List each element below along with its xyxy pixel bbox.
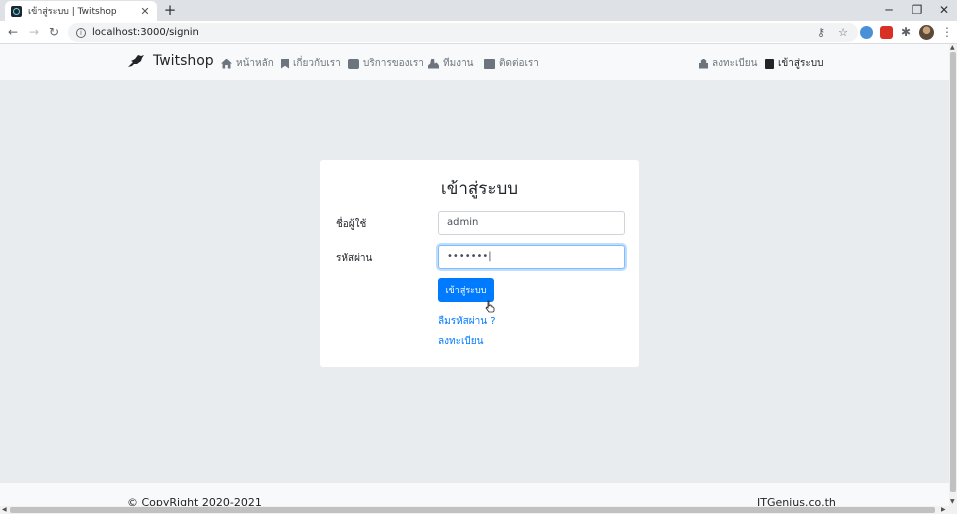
key-icon[interactable]: ⚷	[814, 26, 828, 39]
extension-blue-icon[interactable]	[860, 26, 873, 39]
username-label: ชื่อผู้ใช้	[336, 219, 367, 230]
back-arrow-icon[interactable]: ←	[6, 25, 20, 39]
hand-cursor-icon	[485, 300, 495, 313]
restore-button[interactable]: ❐	[902, 0, 932, 21]
scroll-left-icon[interactable]: ◀	[2, 506, 7, 514]
tab-title: เข้าสู่ระบบ | Twitshop	[28, 7, 117, 17]
scroll-right-icon[interactable]: ▶	[941, 506, 946, 514]
reload-icon[interactable]: ↻	[47, 25, 61, 39]
profile-avatar[interactable]	[919, 25, 934, 40]
nav-home-label: หน้าหลัก	[236, 58, 274, 69]
register-link[interactable]: ลงทะเบียน	[438, 334, 483, 349]
nav-about[interactable]: เกี่ยวกับเรา	[281, 56, 341, 71]
url-text[interactable]: localhost:3000/signin	[92, 27, 814, 38]
browser-tabstrip: เข้าสู่ระบบ | Twitshop ✕ + ─ ❐ ✕	[0, 0, 957, 21]
address-bar[interactable]: i localhost:3000/signin ⚷ ☆	[68, 23, 858, 42]
book-icon	[765, 58, 774, 69]
horizontal-scroll-thumb[interactable]	[10, 507, 935, 513]
nav-register-label: ลงทะเบียน	[712, 58, 758, 69]
extension-red-icon[interactable]	[880, 26, 893, 39]
close-tab-icon[interactable]: ✕	[139, 5, 151, 18]
nav-signin[interactable]: เข้าสู่ระบบ	[765, 56, 823, 71]
password-label: รหัสผ่าน	[336, 253, 373, 264]
nav-services-label: บริการของเรา	[363, 58, 424, 69]
vertical-scrollbar[interactable]: ▲ ▼	[949, 44, 957, 506]
bookmark-icon	[281, 58, 289, 69]
site-info-icon[interactable]: i	[76, 27, 86, 38]
nav-contact-label: ติดต่อเรา	[499, 58, 539, 69]
lock-icon	[699, 58, 708, 69]
menu-dots-icon[interactable]: ⋮	[941, 24, 953, 40]
password-input[interactable]: •••••••|	[438, 245, 625, 269]
forgot-password-link[interactable]: ลืมรหัสผ่าน ?	[438, 314, 496, 329]
signin-card: เข้าสู่ระบบ ชื่อผู้ใช้ admin รหัสผ่าน ••…	[320, 160, 639, 367]
scroll-down-icon[interactable]: ▼	[950, 498, 955, 506]
page-title: เข้าสู่ระบบ	[440, 179, 519, 199]
nav-about-label: เกี่ยวกับเรา	[293, 58, 341, 69]
nav-contact[interactable]: ติดต่อเรา	[484, 56, 539, 71]
react-favicon-icon	[11, 5, 22, 17]
nav-team[interactable]: ทีมงาน	[428, 56, 474, 71]
browser-toolbar: ← → ↻ i localhost:3000/signin ⚷ ☆ ✱ ⋮	[0, 21, 957, 44]
browser-tab[interactable]: เข้าสู่ระบบ | Twitshop ✕	[5, 1, 157, 21]
nav-home[interactable]: หน้าหลัก	[221, 56, 274, 71]
window-close-button[interactable]: ✕	[929, 0, 957, 21]
users-icon	[428, 58, 439, 69]
app-navbar: Twitshop หน้าหลัก เกี่ยวกับเรา บริการของ…	[0, 44, 949, 80]
minimize-button[interactable]: ─	[874, 0, 904, 21]
nav-services[interactable]: บริการของเรา	[348, 56, 424, 71]
username-input[interactable]: admin	[438, 211, 625, 235]
home-icon	[221, 58, 232, 69]
forward-arrow-icon[interactable]: →	[27, 25, 41, 39]
scroll-up-icon[interactable]: ▲	[950, 44, 955, 52]
puzzle-icon[interactable]: ✱	[899, 25, 913, 39]
envelope-icon	[484, 58, 495, 69]
nav-team-label: ทีมงาน	[443, 58, 474, 69]
crow-icon	[128, 55, 144, 67]
brand-name: Twitshop	[153, 53, 214, 69]
nav-register[interactable]: ลงทะเบียน	[699, 56, 757, 71]
star-icon[interactable]: ☆	[836, 26, 850, 39]
horizontal-scrollbar[interactable]: ◀ ▶	[0, 506, 957, 514]
brand-link[interactable]: Twitshop	[127, 53, 214, 69]
signin-button[interactable]: เข้าสู่ระบบ	[438, 278, 494, 302]
nav-signin-label: เข้าสู่ระบบ	[778, 58, 824, 69]
new-tab-button[interactable]: +	[162, 2, 178, 18]
briefcase-icon	[348, 58, 359, 69]
vertical-scroll-thumb[interactable]	[950, 52, 956, 492]
